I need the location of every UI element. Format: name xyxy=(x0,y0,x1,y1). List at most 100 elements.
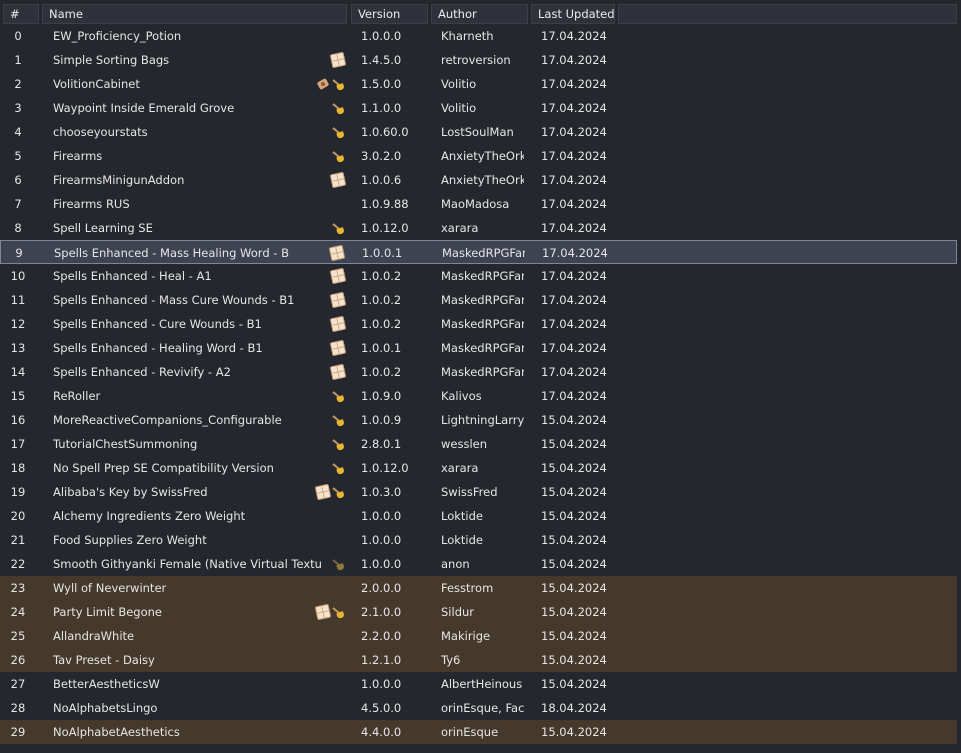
broom-icon xyxy=(331,389,345,403)
mod-icons xyxy=(305,168,347,192)
mod-row[interactable]: 8 Spell Learning SE 1.0.12.0 xarara 17.04.20… xyxy=(0,216,957,240)
broom-icon xyxy=(331,149,345,163)
mod-row[interactable]: 6 FirearmsMinigunAddon 1.0.0.6 AnxietyTheOr… xyxy=(0,168,957,192)
mod-icons xyxy=(305,144,345,168)
mod-row[interactable]: 13 Spells Enhanced - Healing Word - B1 1.0… xyxy=(0,336,957,360)
mod-last-updated: 15.04.2024 xyxy=(541,653,607,667)
mod-icons xyxy=(304,241,346,265)
mod-row[interactable]: 15 ReRoller 1.0.9.0 Kalivos 17.04.2024 xyxy=(0,384,957,408)
mod-version: 1.4.5.0 xyxy=(361,53,402,67)
mod-row[interactable]: 18 No Spell Prep SE Compatibility Version… xyxy=(0,456,957,480)
mod-author: LightningLarryL xyxy=(441,413,524,427)
column-header-last-updated[interactable]: Last Updated xyxy=(531,4,615,24)
broom-icon xyxy=(331,101,345,115)
mod-row[interactable]: 28 NoAlphabetsLingo 4.5.0.0 orinEsque, Face… xyxy=(0,696,957,720)
mod-name: NoAlphabetsLingo xyxy=(53,701,158,715)
broom-icon xyxy=(331,221,345,235)
mod-row[interactable]: 7 Firearms RUS 1.0.9.88 MaoMadosa 17.04.2024 xyxy=(0,192,957,216)
mod-last-updated: 17.04.2024 xyxy=(541,269,607,283)
mod-row[interactable]: 19 Alibaba's Key by SwissFred 1.0.3.0 Swiss… xyxy=(0,480,957,504)
mod-name: Firearms xyxy=(53,149,103,163)
mod-row[interactable]: 26 Tav Preset - Daisy 1.2.1.0 Ty6 15.04.2024 xyxy=(0,648,957,672)
mod-author: MaskedRPGFan xyxy=(441,365,524,379)
mod-row[interactable]: 25 AllandraWhite 2.2.0.0 Makirige 15.04.2024 xyxy=(0,624,957,648)
mod-row[interactable]: 20 Alchemy Ingredients Zero Weight 1.0.0.0… xyxy=(0,504,957,528)
mod-version: 1.0.12.0 xyxy=(361,461,409,475)
mod-name: BetterAestheticsW xyxy=(53,677,160,691)
mod-row[interactable]: 27 BetterAestheticsW 1.0.0.0 AlbertHeinous 1… xyxy=(0,672,957,696)
mod-icons xyxy=(305,48,347,72)
mod-icons xyxy=(305,552,345,576)
mod-name: chooseyourstats xyxy=(53,125,148,139)
mod-index: 27 xyxy=(10,677,26,691)
column-header-index[interactable]: # xyxy=(3,4,39,24)
mod-row[interactable]: 16 MoreReactiveCompanions_Configurable 1.0… xyxy=(0,408,957,432)
mod-name: Spells Enhanced - Healing Word - B1 xyxy=(53,341,263,355)
mod-author: MaskedRPGFan xyxy=(441,341,524,355)
column-header-version[interactable]: Version xyxy=(351,4,428,24)
mod-author: Volitio xyxy=(441,101,477,115)
mod-last-updated: 17.04.2024 xyxy=(541,173,607,187)
mod-version: 1.0.0.1 xyxy=(361,341,402,355)
mod-name: Spells Enhanced - Heal - A1 xyxy=(53,269,212,283)
mod-last-updated: 15.04.2024 xyxy=(541,557,607,571)
mod-icons xyxy=(305,456,345,480)
mod-row[interactable]: 12 Spells Enhanced - Cure Wounds - B1 1.0.… xyxy=(0,312,957,336)
mod-row[interactable]: 2 VolitionCabinet 1.5.0.0 Volitio 17.04.2024 xyxy=(0,72,957,96)
mod-index: 19 xyxy=(10,485,26,499)
mod-last-updated: 17.04.2024 xyxy=(541,29,607,43)
mod-index: 0 xyxy=(14,29,22,43)
mod-row[interactable]: 23 Wyll of Neverwinter 2.0.0.0 Fesstrom 15.0… xyxy=(0,576,957,600)
mod-index: 16 xyxy=(10,413,26,427)
mod-author: retroversion xyxy=(441,53,511,67)
mod-last-updated: 15.04.2024 xyxy=(541,413,607,427)
mod-name: Alibaba's Key by SwissFred xyxy=(53,485,208,499)
mod-version: 1.0.9.0 xyxy=(361,389,402,403)
mod-row[interactable]: 29 NoAlphabetAesthetics 4.4.0.0 orinEsque 15… xyxy=(0,720,957,744)
mod-name: MoreReactiveCompanions_Configurable xyxy=(53,413,282,427)
mod-row[interactable]: 1 Simple Sorting Bags 1.4.5.0 retroversion 1… xyxy=(0,48,957,72)
mod-row[interactable]: 11 Spells Enhanced - Mass Cure Wounds - B… xyxy=(0,288,957,312)
mod-last-updated: 17.04.2024 xyxy=(541,149,607,163)
mod-author: Kalivos xyxy=(441,389,482,403)
waffle-icon xyxy=(329,291,347,309)
mod-row[interactable]: 9 Spells Enhanced - Mass Healing Word - B… xyxy=(0,240,957,264)
mod-icons xyxy=(305,360,347,384)
mod-row[interactable]: 14 Spells Enhanced - Revivify - A2 1.0.0.2… xyxy=(0,360,957,384)
mod-version: 1.0.0.2 xyxy=(361,269,402,283)
broom-icon xyxy=(331,413,345,427)
mod-name: Spells Enhanced - Revivify - A2 xyxy=(53,365,231,379)
mod-row[interactable]: 24 Party Limit Begone 2.1.0.0 Sildur 15.04.2… xyxy=(0,600,957,624)
mod-version: 2.8.0.1 xyxy=(361,437,402,451)
broom-icon xyxy=(331,485,345,499)
mod-row[interactable]: 3 Waypoint Inside Emerald Grove 1.1.0.0 Vol… xyxy=(0,96,957,120)
column-header-name[interactable]: Name xyxy=(42,4,347,24)
mod-row[interactable]: 22 Smooth Githyanki Female (Native Virtua… xyxy=(0,552,957,576)
column-header-author[interactable]: Author xyxy=(431,4,528,24)
mod-version: 2.0.0.0 xyxy=(361,581,402,595)
mod-author: Loktide xyxy=(441,509,483,523)
mod-icons xyxy=(305,336,347,360)
mod-row[interactable]: 4 chooseyourstats 1.0.60.0 LostSoulMan 17.04… xyxy=(0,120,957,144)
mod-row[interactable]: 21 Food Supplies Zero Weight 1.0.0.0 Loktid… xyxy=(0,528,957,552)
mod-last-updated: 15.04.2024 xyxy=(541,461,607,475)
mod-row[interactable]: 0 EW_Proficiency_Potion 1.0.0.0 Kharneth 17.… xyxy=(0,24,957,48)
mod-last-updated: 15.04.2024 xyxy=(541,485,607,499)
mod-index: 1 xyxy=(14,53,22,67)
mod-version: 1.0.0.2 xyxy=(361,365,402,379)
broom-icon xyxy=(331,77,345,91)
mod-last-updated: 17.04.2024 xyxy=(541,125,607,139)
mod-version: 1.0.0.0 xyxy=(361,677,402,691)
mod-row[interactable]: 5 Firearms 3.0.2.0 AnxietyTheOrk 17.04.2024 xyxy=(0,144,957,168)
mod-version: 1.0.0.6 xyxy=(361,173,402,187)
mod-name: Simple Sorting Bags xyxy=(53,53,170,67)
mod-index: 13 xyxy=(10,341,26,355)
broom-icon xyxy=(331,437,345,451)
mod-name: Spells Enhanced - Mass Cure Wounds - B1 xyxy=(53,293,295,307)
mod-version: 1.0.0.2 xyxy=(361,293,402,307)
mod-last-updated: 17.04.2024 xyxy=(542,246,608,260)
mod-last-updated: 15.04.2024 xyxy=(541,629,607,643)
mod-row[interactable]: 10 Spells Enhanced - Heal - A1 1.0.0.2 Mask… xyxy=(0,264,957,288)
mod-author: MaskedRPGFan xyxy=(441,269,524,283)
mod-row[interactable]: 17 TutorialChestSummoning 2.8.0.1 wesslen 15… xyxy=(0,432,957,456)
